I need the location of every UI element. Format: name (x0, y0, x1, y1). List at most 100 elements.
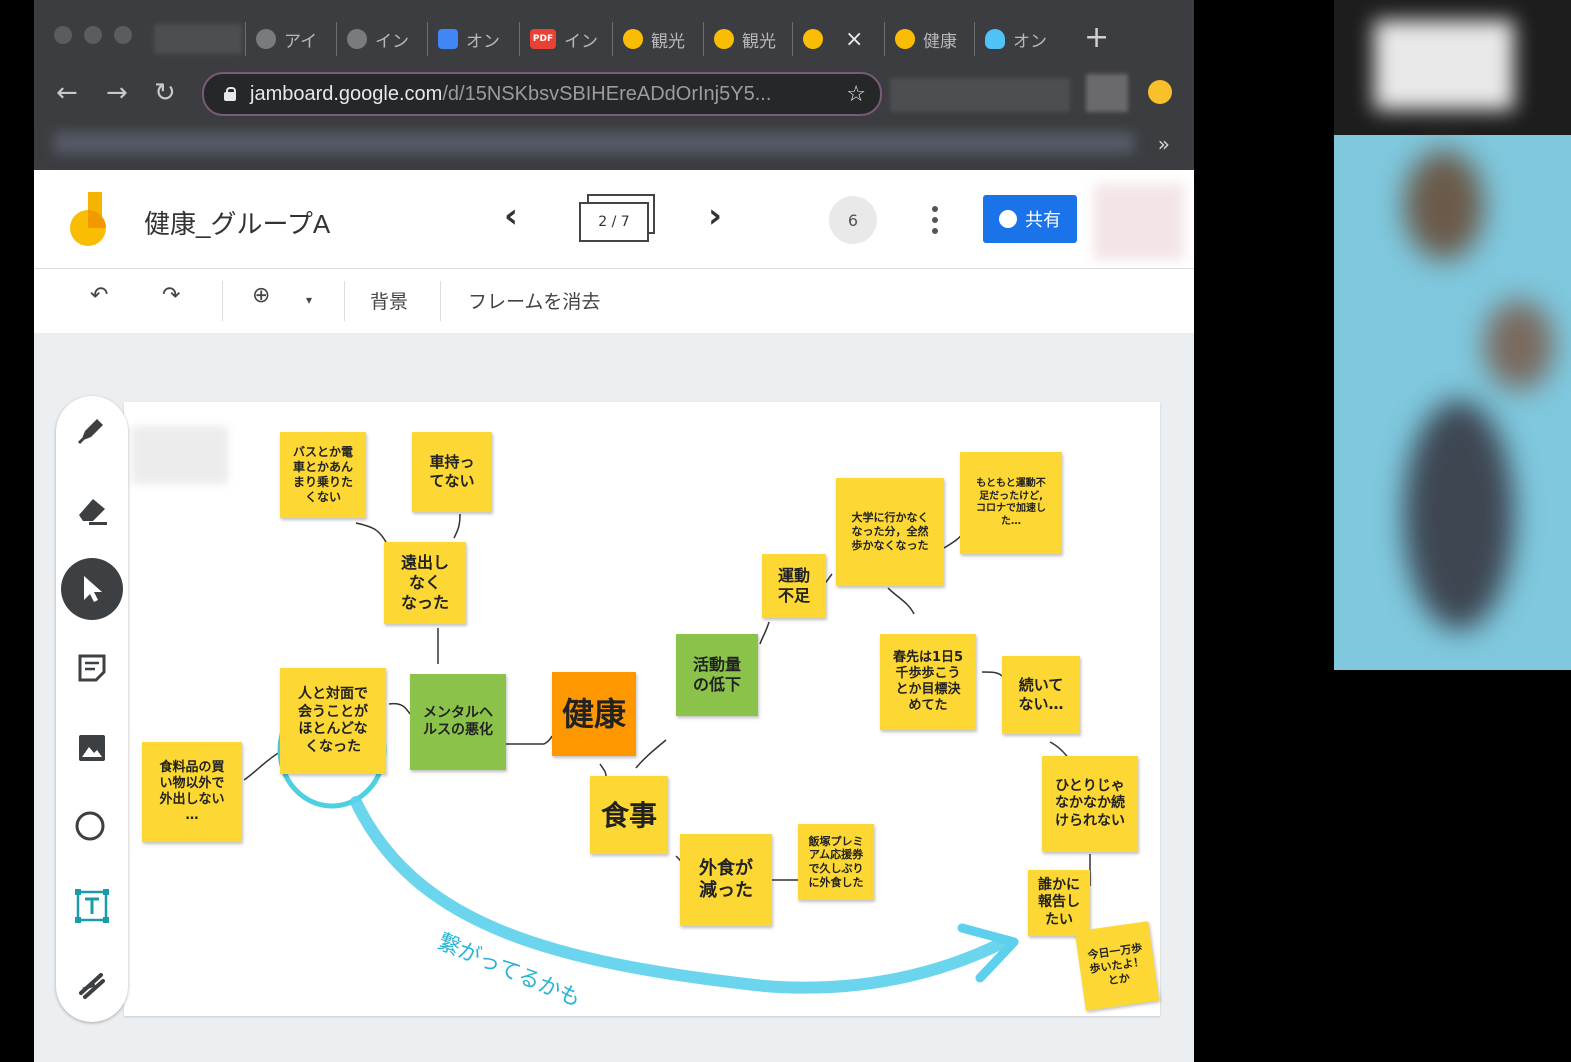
new-tab-button[interactable]: + (1084, 22, 1109, 54)
browser-tab[interactable]: オン (974, 22, 1071, 56)
app-header: 健康_グループA ‹ 2 / 7 › 6 共有 (34, 170, 1194, 269)
sticky-note[interactable]: 健康 (552, 672, 636, 756)
whiteboard[interactable]: 繋がってるかも バスとか電 車とかあん まり乗りた くない 車持っ てない 遠出… (124, 402, 1160, 1016)
circle-icon[interactable] (68, 802, 116, 850)
sticky-note[interactable]: 外食が 減った (680, 834, 772, 926)
share-button[interactable]: 共有 (983, 195, 1077, 243)
more-options-icon[interactable] (932, 206, 938, 234)
divider (222, 281, 223, 321)
sticky-note[interactable]: 食料品の買 い物以外で 外出しない … (142, 742, 242, 842)
jamboard-icon (623, 29, 643, 49)
text-box-icon[interactable] (68, 882, 116, 930)
sticky-note[interactable]: 今日一万歩 歩いたよ！ とか (1074, 921, 1160, 1011)
jamboard-icon (895, 29, 915, 49)
bookmarks-bar: » (34, 122, 1194, 170)
forward-icon[interactable]: → (106, 78, 128, 108)
zoom-dropdown-icon[interactable]: ▾ (306, 293, 312, 307)
canvas-area: 繋がってるかも バスとか電 車とかあん まり乗りた くない 車持っ てない 遠出… (34, 334, 1194, 1062)
docs-icon (438, 29, 458, 49)
sticky-note[interactable]: 大学に行かなく なった分，全然 歩かなくなった (836, 478, 944, 586)
sticky-note[interactable]: 誰かに 報告し たい (1028, 870, 1090, 936)
sticky-note[interactable]: 続いて ない… (1002, 656, 1080, 734)
globe-icon (256, 29, 276, 49)
close-tab-icon[interactable]: × (845, 27, 863, 52)
zoom-icon[interactable]: ⊕ (252, 283, 270, 308)
bookmark-star-icon[interactable]: ☆ (846, 82, 866, 107)
select-icon[interactable] (61, 558, 123, 620)
more-bookmarks-icon[interactable]: » (1158, 132, 1170, 156)
globe-icon (347, 29, 367, 49)
sticky-note[interactable]: 遠出し なく なった (384, 542, 466, 624)
video-participant-thumbnail (1334, 0, 1571, 670)
redo-icon[interactable]: ↷ (162, 283, 180, 308)
bulb-icon (985, 29, 1005, 49)
browser-tab[interactable]: PDF イン (519, 22, 610, 56)
sticky-note[interactable]: メンタルヘ ルスの悪化 (410, 674, 506, 770)
browser-tab[interactable]: オン (427, 22, 518, 56)
sticky-note[interactable]: ひとりじゃ なかなか続 けられない (1042, 756, 1138, 852)
account-avatar[interactable] (1094, 184, 1184, 260)
browser-tab[interactable]: アイ (245, 22, 336, 56)
image-icon[interactable] (68, 724, 116, 772)
tab-label: オン (466, 31, 500, 52)
person-icon (999, 210, 1017, 228)
eraser-icon[interactable] (68, 486, 116, 534)
previous-frame-icon[interactable]: ‹ (504, 196, 518, 236)
url-path: /d/15NSKbsvSBIHEreADdOrInj5Y5... (442, 82, 772, 105)
browser-tab[interactable]: イン (336, 22, 427, 56)
blurred-area (890, 78, 1070, 112)
divider (344, 281, 345, 321)
viewer-count-badge[interactable]: 6 (829, 196, 877, 244)
browser-tab[interactable]: 観光 (703, 22, 794, 56)
blurred-area (1374, 20, 1514, 110)
blurred-person (1404, 400, 1514, 630)
pdf-icon: PDF (530, 29, 556, 49)
sticky-note[interactable]: 活動量 の低下 (676, 634, 758, 716)
clear-frame-button[interactable]: フレームを消去 (468, 287, 600, 314)
next-frame-icon[interactable]: › (708, 196, 722, 236)
board-title[interactable]: 健康_グループA (144, 204, 330, 241)
pen-icon[interactable] (68, 406, 116, 454)
sticky-note[interactable]: 飯塚プレミ アム応援券 で久しぶり に外食した (798, 824, 874, 900)
browser-tab[interactable]: 観光 (612, 22, 703, 56)
jamboard-logo-icon (70, 192, 106, 246)
address-bar[interactable]: jamboard.google.com/d/15NSKbsvSBIHEreADd… (202, 72, 882, 116)
window-controls[interactable] (54, 26, 132, 44)
blurred-person (1404, 150, 1484, 260)
tab-label: 観光 (742, 31, 776, 52)
navigation-bar: ← → ↻ jamboard.google.com/d/15NSKbsvSBIH… (34, 72, 1194, 122)
tab-strip: アイ イン オン PDF イン 観光 観光 × 健康 オン + (34, 0, 1194, 72)
laser-icon[interactable] (68, 960, 116, 1008)
sticky-note[interactable]: もともと運動不 足だったけど, コロナで加速し た… (960, 452, 1062, 554)
sticky-note[interactable]: バスとか電 車とかあん まり乗りた くない (280, 432, 366, 518)
sticky-note[interactable]: 車持っ てない (412, 432, 492, 512)
sticky-note[interactable]: 春先は1日5 千歩歩こう とか目標決 めてた (880, 634, 976, 730)
background-button[interactable]: 背景 (370, 287, 408, 314)
update-icon[interactable] (1148, 80, 1172, 104)
blurred-person (1484, 300, 1554, 390)
back-icon[interactable]: ← (56, 78, 78, 108)
frame-indicator[interactable]: 2 / 7 (579, 202, 649, 242)
browser-tab[interactable]: 健康 (884, 22, 985, 56)
tab-label: アイ (284, 31, 318, 52)
tab-label: イン (375, 31, 409, 52)
tab-label: 観光 (651, 31, 685, 52)
sticky-note-icon[interactable] (68, 644, 116, 692)
sticky-note[interactable]: 運動 不足 (762, 554, 826, 618)
edit-toolbar: ↶ ↷ ⊕ ▾ 背景 フレームを消去 (34, 269, 1194, 333)
jamboard-icon (714, 29, 734, 49)
lock-icon (224, 87, 236, 101)
sticky-note[interactable]: 人と対面で 会うことが ほとんどな くなった (280, 668, 386, 774)
maximize-window-button[interactable] (114, 26, 132, 44)
close-window-button[interactable] (54, 26, 72, 44)
share-label: 共有 (1025, 210, 1061, 231)
extension-icon[interactable] (1086, 74, 1128, 112)
minimize-window-button[interactable] (84, 26, 102, 44)
undo-icon[interactable]: ↶ (90, 283, 108, 308)
url-text: jamboard.google.com/d/15NSKbsvSBIHEreADd… (250, 83, 771, 106)
tool-sidebar (56, 396, 128, 1022)
browser-tab-active[interactable]: × (792, 22, 895, 56)
blurred-bookmarks (54, 132, 1134, 154)
sticky-note[interactable]: 食事 (590, 776, 668, 854)
reload-icon[interactable]: ↻ (154, 78, 176, 108)
